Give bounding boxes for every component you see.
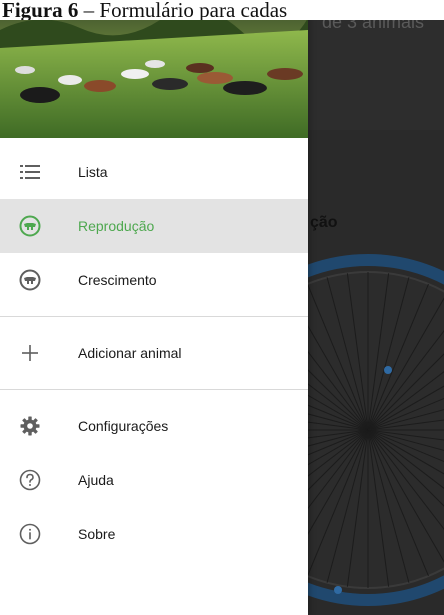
- menu-item-label: Reprodução: [78, 218, 155, 234]
- drawer-header-photo: [0, 0, 308, 138]
- menu-item-adicionar-animal[interactable]: Adicionar animal: [0, 326, 308, 380]
- menu-item-lista[interactable]: Lista: [0, 145, 308, 199]
- menu-item-label: Crescimento: [78, 272, 157, 288]
- menu-item-sobre[interactable]: Sobre: [0, 507, 308, 561]
- menu-divider: [0, 389, 308, 390]
- menu-item-label: Lista: [78, 164, 108, 180]
- menu-item-label: Adicionar animal: [78, 345, 182, 361]
- menu-item-configuracoes[interactable]: Configurações: [0, 399, 308, 453]
- menu-item-label: Ajuda: [78, 472, 114, 488]
- cow-circle-icon: [19, 269, 41, 291]
- cow-circle-icon: [19, 215, 41, 237]
- menu-item-ajuda[interactable]: Ajuda: [0, 453, 308, 507]
- help-icon: [19, 469, 41, 491]
- navigation-drawer: Lista Reprodução Crescimento Adicionar a…: [0, 0, 308, 615]
- menu-item-label: Sobre: [78, 526, 116, 542]
- gestation-wheel-chart: [308, 254, 444, 606]
- dimmed-app-backdrop[interactable]: de 3 animais ção: [308, 0, 444, 615]
- figure-caption: Figura 6 – Formulário para cadas: [0, 0, 444, 20]
- drawer-menu: Lista Reprodução Crescimento Adicionar a…: [0, 145, 308, 561]
- info-icon: [19, 523, 41, 545]
- gear-icon: [19, 415, 41, 437]
- figure-label: Figura 6: [2, 0, 79, 20]
- figure-caption-text: – Formulário para cadas: [78, 0, 288, 20]
- plus-icon: [19, 342, 41, 364]
- menu-divider: [0, 316, 308, 317]
- menu-item-crescimento[interactable]: Crescimento: [0, 253, 308, 307]
- list-icon: [19, 161, 41, 183]
- menu-item-label: Configurações: [78, 418, 169, 434]
- menu-item-reproducao[interactable]: Reprodução: [0, 199, 308, 253]
